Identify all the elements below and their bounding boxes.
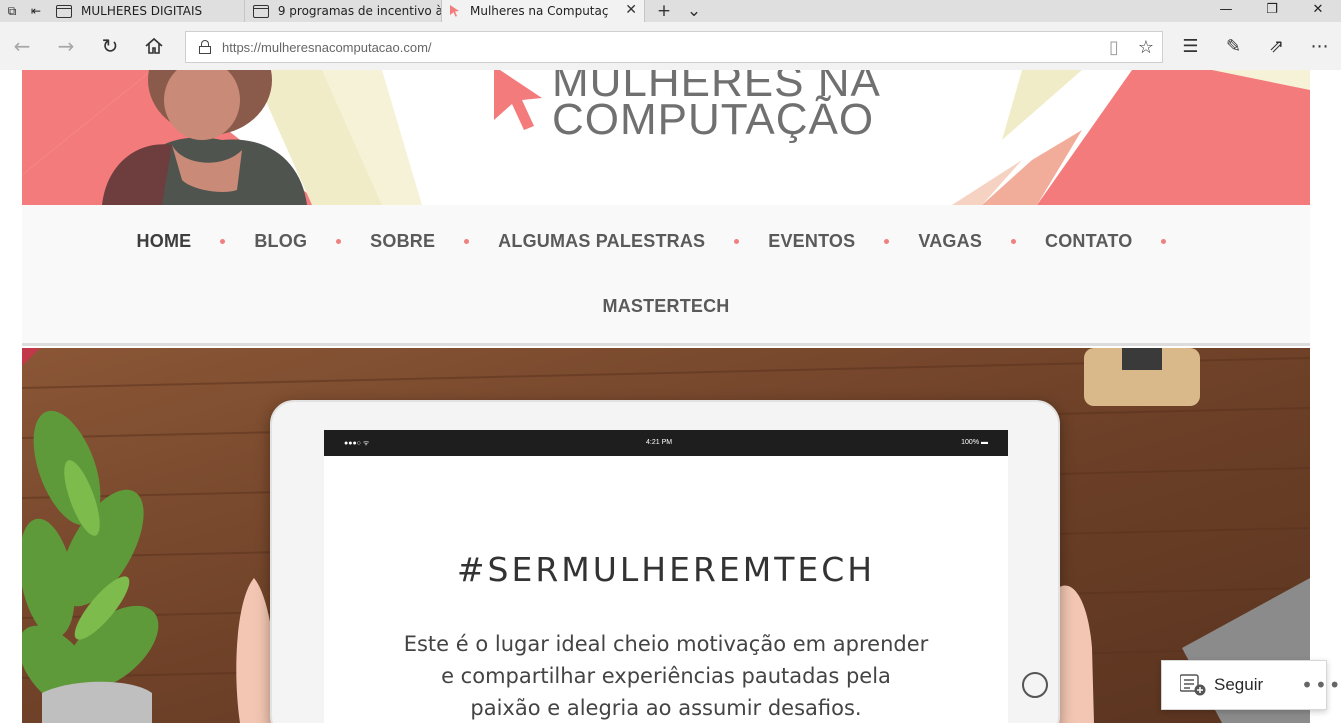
minimize-icon[interactable]: —: [1203, 0, 1249, 22]
hero-text-line: Este é o lugar ideal cheio motivação em …: [403, 632, 929, 656]
brand-line-2: COMPUTAÇÃO: [552, 95, 875, 144]
restore-icon[interactable]: ❐: [1249, 0, 1295, 22]
battery-icon: 100% ▬: [961, 439, 988, 446]
follow-reader-icon: [1179, 674, 1206, 696]
tablet-home-button: [1022, 672, 1048, 698]
menu-separator-dot: [1161, 239, 1167, 244]
more-options-icon[interactable]: •••: [1301, 673, 1341, 697]
battery-text: 100%: [961, 439, 980, 446]
cursor-logo-icon: [494, 70, 542, 130]
more-icon[interactable]: ⋯: [1298, 36, 1341, 57]
menu-item-eventos[interactable]: EVENTOS: [768, 231, 855, 252]
cursor-favicon-icon: [450, 5, 460, 17]
tab-bar: ⧉ ⇤ MULHERES DIGITAIS 9 programas de inc…: [0, 0, 1341, 22]
tab-mulheres-na-computacao[interactable]: Mulheres na Computaç ✕: [442, 0, 645, 22]
tab-actions-icon[interactable]: ⧉: [0, 0, 24, 22]
hero-description: Este é o lugar ideal cheio motivação em …: [384, 628, 948, 723]
pen-icon[interactable]: ✎: [1212, 36, 1255, 57]
follow-widget[interactable]: Seguir •••: [1161, 660, 1341, 710]
share-icon[interactable]: ⇗: [1255, 36, 1298, 57]
site-header-banner: MULHERES NA COMPUTAÇÃO: [22, 70, 1310, 205]
main-menu: HOME BLOG SOBRE ALGUMAS PALESTRAS EVENTO…: [22, 205, 1310, 346]
close-tab-icon[interactable]: ✕: [625, 2, 637, 18]
favorites-list-icon[interactable]: ☰: [1169, 36, 1212, 57]
hero-title: #SERMULHEREMTECH: [456, 550, 876, 589]
status-time: 4:21 PM: [646, 439, 673, 446]
tab-preview-chevron-icon[interactable]: ⌄: [679, 1, 709, 21]
menu-separator-dot: [336, 239, 342, 244]
site-logo[interactable]: MULHERES NA COMPUTAÇÃO: [490, 70, 890, 202]
tablet-status-bar: ●●●○ ᯤ 4:21 PM 100% ▬: [324, 430, 1008, 456]
menu-separator-dot: [884, 239, 890, 244]
navigation-bar: ← → ↻ https://mulheresnacomputacao.com/ …: [0, 22, 1341, 70]
lock-icon[interactable]: [198, 40, 212, 54]
url-text[interactable]: https://mulheresnacomputacao.com/: [222, 40, 432, 55]
menu-item-vagas[interactable]: VAGAS: [918, 231, 982, 252]
tab-title: MULHERES DIGITAIS: [81, 4, 203, 18]
home-icon[interactable]: [132, 26, 176, 66]
tab-title: Mulheres na Computaç: [470, 4, 609, 18]
hero-text-line: e compartilhar experiências pautadas pel…: [441, 664, 891, 688]
set-tabs-aside-icon[interactable]: ⇤: [24, 0, 48, 22]
menu-item-algumas-palestras[interactable]: ALGUMAS PALESTRAS: [498, 231, 705, 252]
menu-separator-dot: [734, 239, 740, 244]
tablet-device: ●●●○ ᯤ 4:21 PM 100% ▬ #SERMULHEREMTECH E…: [270, 400, 1060, 723]
menu-separator-dot: [464, 239, 470, 244]
menu-item-sobre[interactable]: SOBRE: [370, 231, 435, 252]
hero-text-line: paixão e alegria ao assumir desafios.: [470, 696, 862, 720]
menu-item-mastertech[interactable]: MASTERTECH: [603, 296, 730, 317]
signal-icon: ●●●○ ᯤ: [344, 440, 370, 447]
tab-mulheres-digitais[interactable]: MULHERES DIGITAIS: [48, 0, 245, 22]
tablet-screen: ●●●○ ᯤ 4:21 PM 100% ▬ #SERMULHEREMTECH E…: [324, 430, 1008, 723]
menu-item-home[interactable]: HOME: [137, 231, 192, 252]
menu-item-contato[interactable]: CONTATO: [1045, 231, 1132, 252]
star-icon[interactable]: ☆: [1130, 37, 1162, 58]
tab-programas-incentivo[interactable]: 9 programas de incentivo à: [245, 0, 442, 22]
web-page: MULHERES NA COMPUTAÇÃO HOME BLOG SOBRE A…: [0, 70, 1341, 723]
close-window-icon[interactable]: ✕: [1295, 0, 1341, 22]
book-icon[interactable]: ▯: [1098, 37, 1130, 58]
refresh-icon[interactable]: ↻: [88, 26, 132, 66]
menu-separator-dot: [1011, 239, 1017, 244]
menu-row: HOME BLOG SOBRE ALGUMAS PALESTRAS EVENTO…: [22, 231, 1310, 252]
menu-separator-dot: [220, 239, 226, 244]
address-bar[interactable]: https://mulheresnacomputacao.com/ ▯ ☆: [185, 31, 1163, 63]
page-icon: [56, 4, 72, 18]
page-icon: [253, 4, 269, 18]
new-tab-icon[interactable]: +: [649, 1, 679, 21]
follow-button[interactable]: Seguir: [1214, 675, 1263, 695]
tab-title: 9 programas de incentivo à: [277, 4, 441, 18]
forward-arrow-icon[interactable]: →: [44, 26, 88, 66]
back-arrow-icon[interactable]: ←: [0, 26, 44, 66]
hero-section: ●●●○ ᯤ 4:21 PM 100% ▬ #SERMULHEREMTECH E…: [22, 348, 1310, 723]
menu-row: MASTERTECH: [22, 296, 1310, 317]
menu-item-blog[interactable]: BLOG: [254, 231, 307, 252]
